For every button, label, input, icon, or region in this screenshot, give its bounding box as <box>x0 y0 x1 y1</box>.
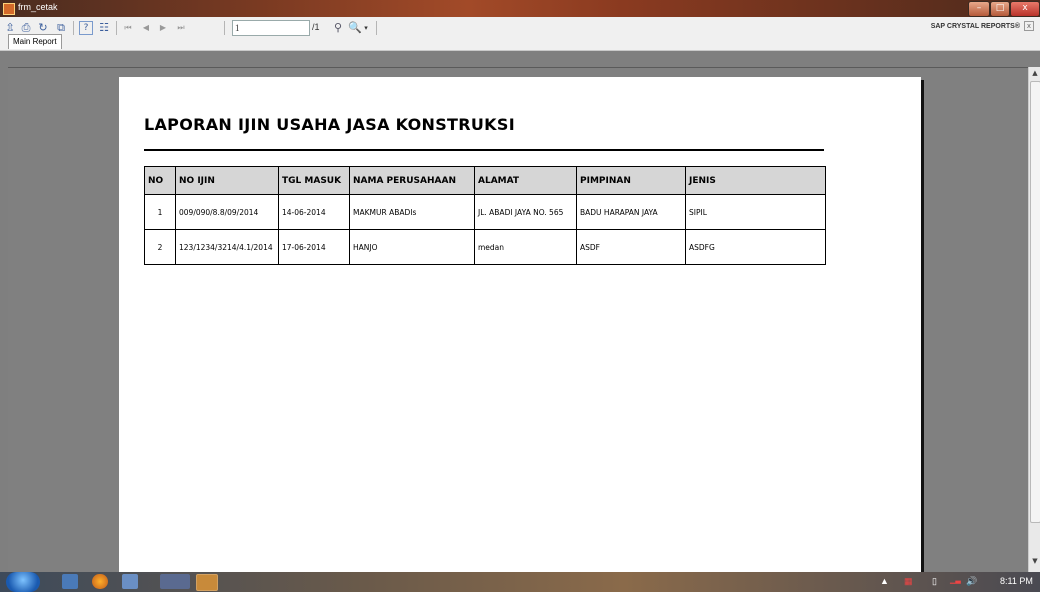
toolbar-divider <box>376 21 377 35</box>
print-icon[interactable]: ⎙ <box>19 21 33 35</box>
report-page <box>119 77 921 572</box>
tray-expand-icon[interactable]: ▲ <box>880 576 889 586</box>
report-title: LAPORAN IJIN USAHA JASA KONSTRUKSI <box>144 115 515 134</box>
signal-icon[interactable]: ▁▃ <box>950 576 961 584</box>
scroll-thumb[interactable] <box>1030 81 1040 523</box>
brand-label: SAP CRYSTAL REPORTS® <box>930 23 1020 30</box>
usb-icon[interactable]: ▯ <box>932 576 937 587</box>
table-cell: 17-06-2014 <box>278 229 350 265</box>
table-cell: HANJO <box>349 229 475 265</box>
column-header: JENIS <box>685 166 826 195</box>
find-icon[interactable]: ⚲ <box>331 21 345 35</box>
zoom-icon[interactable]: 🔍 <box>348 21 362 35</box>
column-header: NAMA PERUSAHAAN <box>349 166 475 195</box>
network-icon[interactable]: ▦ <box>904 576 913 587</box>
scroll-down-icon[interactable]: ▼ <box>1029 555 1040 567</box>
volume-icon[interactable]: 🔊 <box>966 576 977 587</box>
firefox-taskbar-icon[interactable] <box>92 574 108 589</box>
vertical-scrollbar[interactable]: ▲ ▼ <box>1028 67 1040 572</box>
table-header-row: NO NO IJIN TGL MASUK NAMA PERUSAHAAN ALA… <box>144 166 826 195</box>
column-header: PIMPINAN <box>576 166 686 195</box>
close-button[interactable]: x <box>1010 1 1040 17</box>
frm-cetak-taskbar-icon[interactable] <box>196 574 218 591</box>
table-row: 2 123/1234/3214/4.1/2014 17-06-2014 HANJ… <box>144 229 826 265</box>
refresh-icon[interactable]: ↻ <box>36 21 50 35</box>
explorer-taskbar-icon[interactable] <box>62 574 78 589</box>
taskbar: ▲ ▦ ▯ ▁▃ 🔊 8:11 PM <box>0 572 1040 592</box>
page-total-label: /1 <box>312 22 320 32</box>
window-title: frm_cetak <box>18 2 58 12</box>
last-page-icon[interactable]: ⏭ <box>174 21 188 35</box>
table-row: 1 009/090/8.8/09/2014 14-06-2014 MAKMUR … <box>144 194 826 230</box>
table-cell: 1 <box>144 194 176 230</box>
next-page-icon[interactable]: ▶ <box>156 21 170 35</box>
copy-icon[interactable]: ⧉ <box>54 21 68 35</box>
maximize-button[interactable]: □ <box>990 1 1010 17</box>
table-cell: MAKMUR ABADIs <box>349 194 475 230</box>
table-cell: ASDFG <box>685 229 826 265</box>
app-icon <box>3 3 15 15</box>
page-number-input[interactable]: 1 <box>232 20 310 36</box>
table-cell: JL. ABADI JAYA NO. 565 <box>474 194 577 230</box>
group-tree-icon[interactable]: ☷ <box>97 21 111 35</box>
table-cell: 2 <box>144 229 176 265</box>
zoom-dropdown-icon[interactable]: ▾ <box>362 21 370 35</box>
table-cell: 009/090/8.8/09/2014 <box>175 194 279 230</box>
first-page-icon[interactable]: ⏮ <box>121 21 135 35</box>
clock[interactable]: 8:11 PM <box>1000 576 1033 586</box>
table-cell: SIPIL <box>685 194 826 230</box>
start-button[interactable] <box>6 572 40 592</box>
table-cell: BADU HARAPAN JAYA <box>576 194 686 230</box>
toolbar-divider <box>224 21 225 35</box>
column-header: NO <box>144 166 176 195</box>
prev-page-icon[interactable]: ◀ <box>139 21 153 35</box>
table-cell: medan <box>474 229 577 265</box>
table-cell: 123/1234/3214/4.1/2014 <box>175 229 279 265</box>
app-taskbar-icon[interactable] <box>122 574 138 589</box>
column-header: ALAMAT <box>474 166 577 195</box>
scroll-up-icon[interactable]: ▲ <box>1029 67 1040 79</box>
export-icon[interactable]: ⇫ <box>3 21 17 35</box>
toolbar-divider <box>116 21 117 35</box>
toolbar-divider <box>73 21 74 35</box>
table-cell: ASDF <box>576 229 686 265</box>
tab-main-report[interactable]: Main Report <box>8 34 62 49</box>
minimize-button[interactable]: – <box>968 1 990 17</box>
column-header: TGL MASUK <box>278 166 350 195</box>
help-icon[interactable]: ? <box>79 21 93 35</box>
app-taskbar-icon[interactable] <box>160 574 190 589</box>
close-view-icon[interactable]: x <box>1024 21 1034 31</box>
table-cell: 14-06-2014 <box>278 194 350 230</box>
column-header: NO IJIN <box>175 166 279 195</box>
window-title-bar[interactable]: frm_cetak – □ x <box>0 0 1040 17</box>
report-toolbar: ⇫ ⎙ ↻ ⧉ ? ☷ ⏮ ◀ ▶ ⏭ 1 /1 ⚲ 🔍 ▾ SAP CRYST… <box>0 17 1040 51</box>
report-table: NO NO IJIN TGL MASUK NAMA PERUSAHAAN ALA… <box>144 166 826 265</box>
title-divider <box>144 149 824 151</box>
